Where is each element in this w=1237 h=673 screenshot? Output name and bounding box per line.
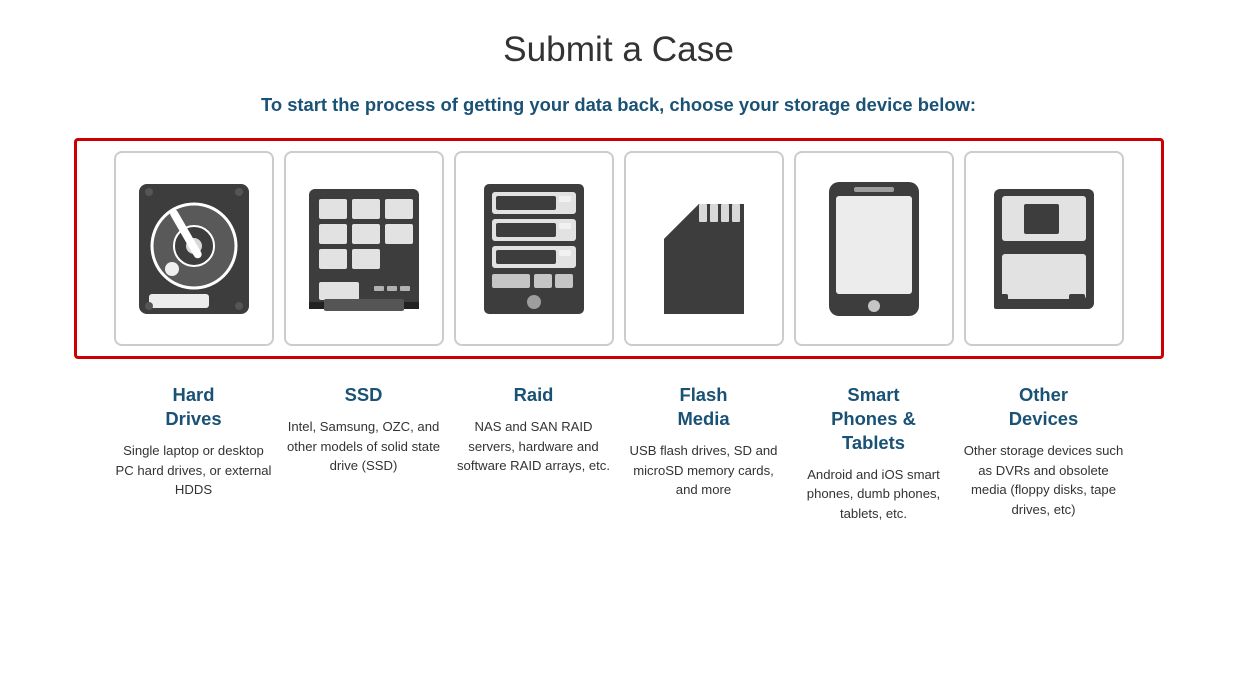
- page-subtitle: To start the process of getting your dat…: [261, 94, 976, 116]
- ssd-title: SSD: [284, 383, 444, 407]
- flash-media-title: FlashMedia: [624, 383, 784, 431]
- raid-title: Raid: [454, 383, 614, 407]
- page-title: Submit a Case: [503, 30, 734, 70]
- device-card-hard-drives[interactable]: [114, 151, 274, 346]
- label-smart-phones[interactable]: SmartPhones &Tablets Android and iOS sma…: [794, 383, 954, 524]
- raid-desc: NAS and SAN RAID servers, hardware and s…: [454, 417, 614, 476]
- flash-media-icon: [644, 174, 764, 324]
- ssd-icon: [304, 174, 424, 324]
- device-card-flash-media[interactable]: [624, 151, 784, 346]
- other-devices-desc: Other storage devices such as DVRs and o…: [964, 441, 1124, 520]
- ssd-desc: Intel, Samsung, OZC, and other models of…: [284, 417, 444, 476]
- raid-icon: [474, 174, 594, 324]
- smart-phone-icon: [814, 174, 934, 324]
- device-card-raid[interactable]: [454, 151, 614, 346]
- device-labels: HardDrives Single laptop or desktop PC h…: [74, 383, 1164, 524]
- device-grid: [74, 138, 1164, 359]
- label-raid[interactable]: Raid NAS and SAN RAID servers, hardware …: [454, 383, 614, 524]
- label-hard-drives[interactable]: HardDrives Single laptop or desktop PC h…: [114, 383, 274, 524]
- other-devices-title: OtherDevices: [964, 383, 1124, 431]
- label-other-devices[interactable]: OtherDevices Other storage devices such …: [964, 383, 1124, 524]
- device-card-smart-phones[interactable]: [794, 151, 954, 346]
- floppy-disk-icon: [984, 174, 1104, 324]
- label-flash-media[interactable]: FlashMedia USB flash drives, SD and micr…: [624, 383, 784, 524]
- hard-drive-icon: [134, 174, 254, 324]
- hard-drives-desc: Single laptop or desktop PC hard drives,…: [114, 441, 274, 500]
- label-ssd[interactable]: SSD Intel, Samsung, OZC, and other model…: [284, 383, 444, 524]
- smart-phones-title: SmartPhones &Tablets: [794, 383, 954, 455]
- flash-media-desc: USB flash drives, SD and microSD memory …: [624, 441, 784, 500]
- smart-phones-desc: Android and iOS smart phones, dumb phone…: [794, 465, 954, 524]
- hard-drives-title: HardDrives: [114, 383, 274, 431]
- device-card-ssd[interactable]: [284, 151, 444, 346]
- device-card-other-devices[interactable]: [964, 151, 1124, 346]
